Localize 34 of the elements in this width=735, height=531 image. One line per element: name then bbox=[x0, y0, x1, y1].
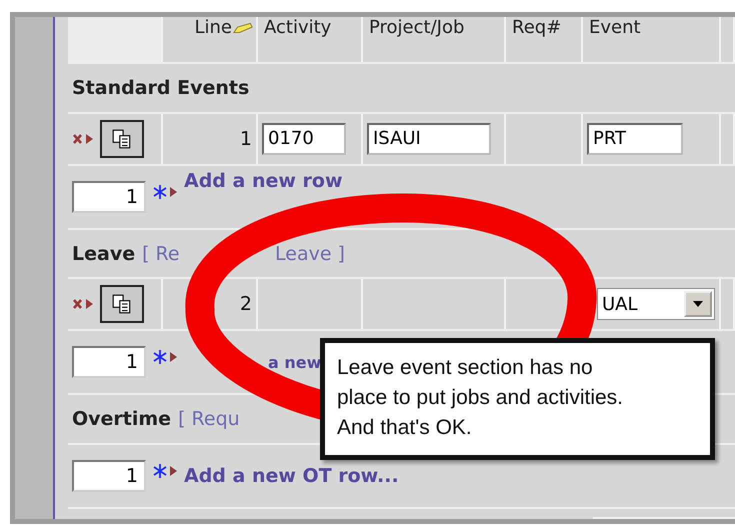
delete-icon[interactable] bbox=[72, 297, 94, 312]
column-header: Project/Job bbox=[369, 19, 464, 37]
row-count-field[interactable]: 1 bbox=[72, 346, 146, 378]
project-field[interactable]: ISAUI bbox=[367, 122, 491, 155]
asterisk-arrow-icon bbox=[152, 184, 178, 200]
section-title: Standard Events bbox=[72, 76, 250, 99]
asterisk-arrow-icon bbox=[152, 349, 178, 366]
column-header: Event bbox=[589, 19, 641, 37]
add-row-link[interactable]: Add a new row bbox=[184, 172, 343, 191]
pencil-icon bbox=[232, 21, 254, 35]
delete-icon[interactable] bbox=[72, 132, 94, 146]
column-header: Req# bbox=[512, 19, 562, 37]
copy-icon bbox=[111, 293, 133, 316]
asterisk-arrow-icon bbox=[152, 463, 178, 480]
column-header: Line bbox=[194, 19, 232, 37]
callout-text: place to put jobs and activities. bbox=[337, 385, 624, 411]
section-title: Overtime bbox=[72, 408, 172, 430]
row-count-field[interactable]: 1 bbox=[72, 180, 146, 213]
copy-button[interactable] bbox=[100, 285, 144, 324]
event-dropdown[interactable]: UAL bbox=[597, 288, 715, 320]
add-row-link[interactable]: a new bbox=[268, 352, 322, 372]
copy-icon bbox=[111, 128, 133, 150]
dropdown-arrow-icon bbox=[693, 301, 703, 308]
add-row-link[interactable]: Add a new OT row... bbox=[184, 465, 399, 488]
section-title: Leave bbox=[72, 242, 136, 265]
copy-button[interactable] bbox=[100, 120, 144, 158]
callout-text: And that's OK. bbox=[337, 415, 472, 441]
line-number: 2 bbox=[240, 293, 252, 316]
callout-text: Leave event section has no bbox=[337, 355, 593, 381]
event-field[interactable]: PRT bbox=[587, 122, 683, 155]
column-header: Activity bbox=[264, 19, 332, 37]
line-number: 1 bbox=[240, 128, 252, 150]
row-count-field[interactable]: 1 bbox=[72, 460, 146, 492]
activity-field[interactable]: 0170 bbox=[262, 122, 346, 155]
